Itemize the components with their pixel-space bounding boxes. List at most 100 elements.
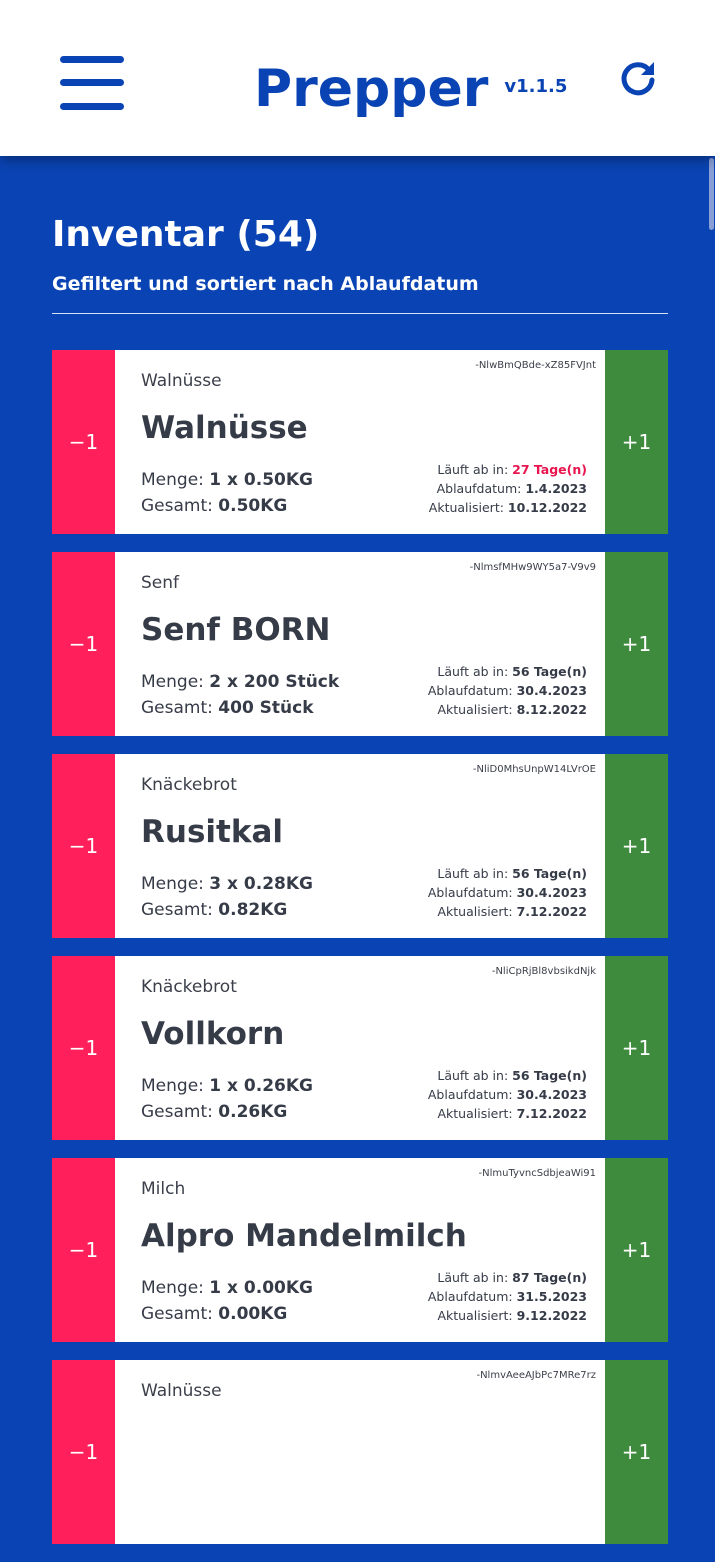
card-body[interactable]: -NlmuTyvncSdbjeaWi91 Milch Alpro Mandelmil…	[115, 1158, 605, 1342]
item-meta: Läuft ab in: 56 Tage(n) Ablaufdatum: 30.4…	[428, 662, 587, 719]
decrement-button[interactable]: −1	[52, 754, 115, 938]
gesamt-row: Gesamt: 0.00KG	[141, 1301, 313, 1327]
scrollbar-track[interactable]	[707, 156, 715, 1384]
expiry-date-row: Ablaufdatum: 30.4.2023	[428, 883, 587, 902]
item-meta: Läuft ab in: 56 Tage(n) Ablaufdatum: 30.4…	[428, 864, 587, 921]
expiry-date-row: Ablaufdatum: 30.4.2023	[428, 1085, 587, 1104]
menge-value: 1 x 0.00KG	[209, 1278, 313, 1298]
gesamt-label: Gesamt:	[141, 1102, 213, 1122]
decrement-button[interactable]: −1	[52, 552, 115, 736]
card-body[interactable]: -NlmvAeeAJbPc7MRe7rz Walnüsse	[115, 1360, 605, 1544]
menge-label: Menge:	[141, 1278, 204, 1298]
updated-row: Aktualisiert: 7.12.2022	[428, 1104, 587, 1123]
app-title: Prepper	[254, 59, 489, 119]
menge-value: 3 x 0.28KG	[209, 874, 313, 894]
gesamt-row: Gesamt: 400 Stück	[141, 695, 339, 721]
menge-label: Menge:	[141, 1076, 204, 1096]
updated-label: Aktualisiert:	[428, 500, 504, 515]
expires-in-row: Läuft ab in: 87 Tage(n)	[428, 1268, 587, 1287]
expiry-date-label: Ablaufdatum:	[436, 481, 522, 496]
expires-in-row: Läuft ab in: 56 Tage(n)	[428, 662, 587, 681]
decrement-button[interactable]: −1	[52, 956, 115, 1140]
inventory-card: −1 -NlwBmQBde-xZ85FVJnt Walnüsse Walnüsse Me…	[52, 350, 668, 534]
updated-value: 7.12.2022	[516, 904, 587, 919]
app-version: v1.1.5	[504, 76, 568, 97]
menge-label: Menge:	[141, 470, 204, 490]
updated-label: Aktualisiert:	[437, 1308, 513, 1323]
expiry-date-value: 31.5.2023	[516, 1289, 587, 1304]
item-id: -NlmuTyvncSdbjeaWi91	[478, 1168, 596, 1179]
increment-button[interactable]: +1	[605, 350, 668, 534]
expiry-date-value: 1.4.2023	[525, 481, 587, 496]
item-name: Rusitkal	[141, 814, 283, 850]
inventory-card: −1 -NliCpRjBl8vbsikdNjk Knäckebrot Vollkorn…	[52, 956, 668, 1140]
inventory-list: −1 -NlwBmQBde-xZ85FVJnt Walnüsse Walnüsse Me…	[52, 350, 668, 1562]
gesamt-value: 0.00KG	[218, 1304, 288, 1324]
item-amount: Menge: 1 x 0.50KG Gesamt: 0.50KG	[141, 467, 313, 519]
item-id: -NlwBmQBde-xZ85FVJnt	[475, 360, 596, 371]
expires-in-label: Läuft ab in:	[437, 1270, 509, 1285]
expiry-date-row: Ablaufdatum: 31.5.2023	[428, 1287, 587, 1306]
page-title: Inventar (54)	[52, 214, 320, 255]
card-body[interactable]: -NliD0MhsUnpW14LVrOE Knäckebrot Rusitkal Me…	[115, 754, 605, 938]
increment-button[interactable]: +1	[605, 956, 668, 1140]
expiry-date-row: Ablaufdatum: 1.4.2023	[429, 479, 587, 498]
scrollbar-thumb[interactable]	[709, 158, 714, 230]
card-body[interactable]: -NlmsfMHw9WY5a7-V9v9 Senf Senf BORN Menge: …	[115, 552, 605, 736]
increment-button[interactable]: +1	[605, 1158, 668, 1342]
increment-button[interactable]: +1	[605, 754, 668, 938]
expiry-date-value: 30.4.2023	[516, 683, 587, 698]
updated-label: Aktualisiert:	[437, 702, 513, 717]
decrement-button[interactable]: −1	[52, 1158, 115, 1342]
expiry-date-label: Ablaufdatum:	[427, 885, 513, 900]
expires-in-value: 87 Tage(n)	[512, 1270, 587, 1285]
gesamt-row: Gesamt: 0.26KG	[141, 1099, 313, 1125]
item-category: Walnüsse	[141, 371, 222, 391]
updated-value: 9.12.2022	[516, 1308, 587, 1323]
menge-value: 2 x 200 Stück	[209, 672, 340, 692]
increment-button[interactable]: +1	[605, 1360, 668, 1544]
updated-row: Aktualisiert: 10.12.2022	[429, 498, 587, 517]
gesamt-row: Gesamt: 0.50KG	[141, 493, 313, 519]
expires-in-label: Läuft ab in:	[437, 664, 509, 679]
updated-label: Aktualisiert:	[437, 904, 513, 919]
item-meta: Läuft ab in: 27 Tage(n) Ablaufdatum: 1.4.…	[429, 460, 587, 517]
menge-row: Menge: 1 x 0.00KG	[141, 1275, 313, 1301]
expires-in-row: Läuft ab in: 56 Tage(n)	[428, 1066, 587, 1085]
item-meta: Läuft ab in: 87 Tage(n) Ablaufdatum: 31.5…	[428, 1268, 587, 1325]
card-body[interactable]: -NlwBmQBde-xZ85FVJnt Walnüsse Walnüsse Meng…	[115, 350, 605, 534]
gesamt-label: Gesamt:	[141, 900, 213, 920]
item-name: Walnüsse	[141, 410, 308, 446]
updated-label: Aktualisiert:	[437, 1106, 513, 1121]
gesamt-label: Gesamt:	[141, 496, 213, 516]
expiry-date-row: Ablaufdatum: 30.4.2023	[428, 681, 587, 700]
expires-in-label: Läuft ab in:	[437, 1068, 509, 1083]
expires-in-value: 56 Tage(n)	[512, 664, 587, 679]
gesamt-row: Gesamt: 0.82KG	[141, 897, 313, 923]
updated-value: 10.12.2022	[507, 500, 587, 515]
card-body[interactable]: -NliCpRjBl8vbsikdNjk Knäckebrot Vollkorn Me…	[115, 956, 605, 1140]
updated-row: Aktualisiert: 8.12.2022	[428, 700, 587, 719]
updated-value: 8.12.2022	[516, 702, 587, 717]
item-name: Alpro Mandelmilch	[141, 1218, 467, 1254]
expiry-date-value: 30.4.2023	[516, 885, 587, 900]
decrement-button[interactable]: −1	[52, 1360, 115, 1544]
expiry-date-value: 30.4.2023	[516, 1087, 587, 1102]
item-id: -NliCpRjBl8vbsikdNjk	[491, 966, 596, 977]
refresh-icon[interactable]	[618, 58, 658, 98]
decrement-button[interactable]: −1	[52, 350, 115, 534]
menge-label: Menge:	[141, 874, 204, 894]
gesamt-label: Gesamt:	[141, 1304, 213, 1324]
item-name: Senf BORN	[141, 612, 331, 648]
item-category: Milch	[141, 1179, 186, 1199]
menge-value: 1 x 0.50KG	[209, 470, 313, 490]
menge-value: 1 x 0.26KG	[209, 1076, 313, 1096]
app-header: Prepper v1.1.5	[0, 0, 715, 156]
expires-in-label: Läuft ab in:	[437, 866, 509, 881]
item-category: Knäckebrot	[141, 775, 237, 795]
increment-button[interactable]: +1	[605, 552, 668, 736]
inventory-card: −1 -NlmvAeeAJbPc7MRe7rz Walnüsse +1	[52, 1360, 668, 1544]
hamburger-menu-icon[interactable]	[60, 56, 124, 112]
divider	[52, 313, 668, 314]
expires-in-value: 27 Tage(n)	[512, 462, 587, 477]
